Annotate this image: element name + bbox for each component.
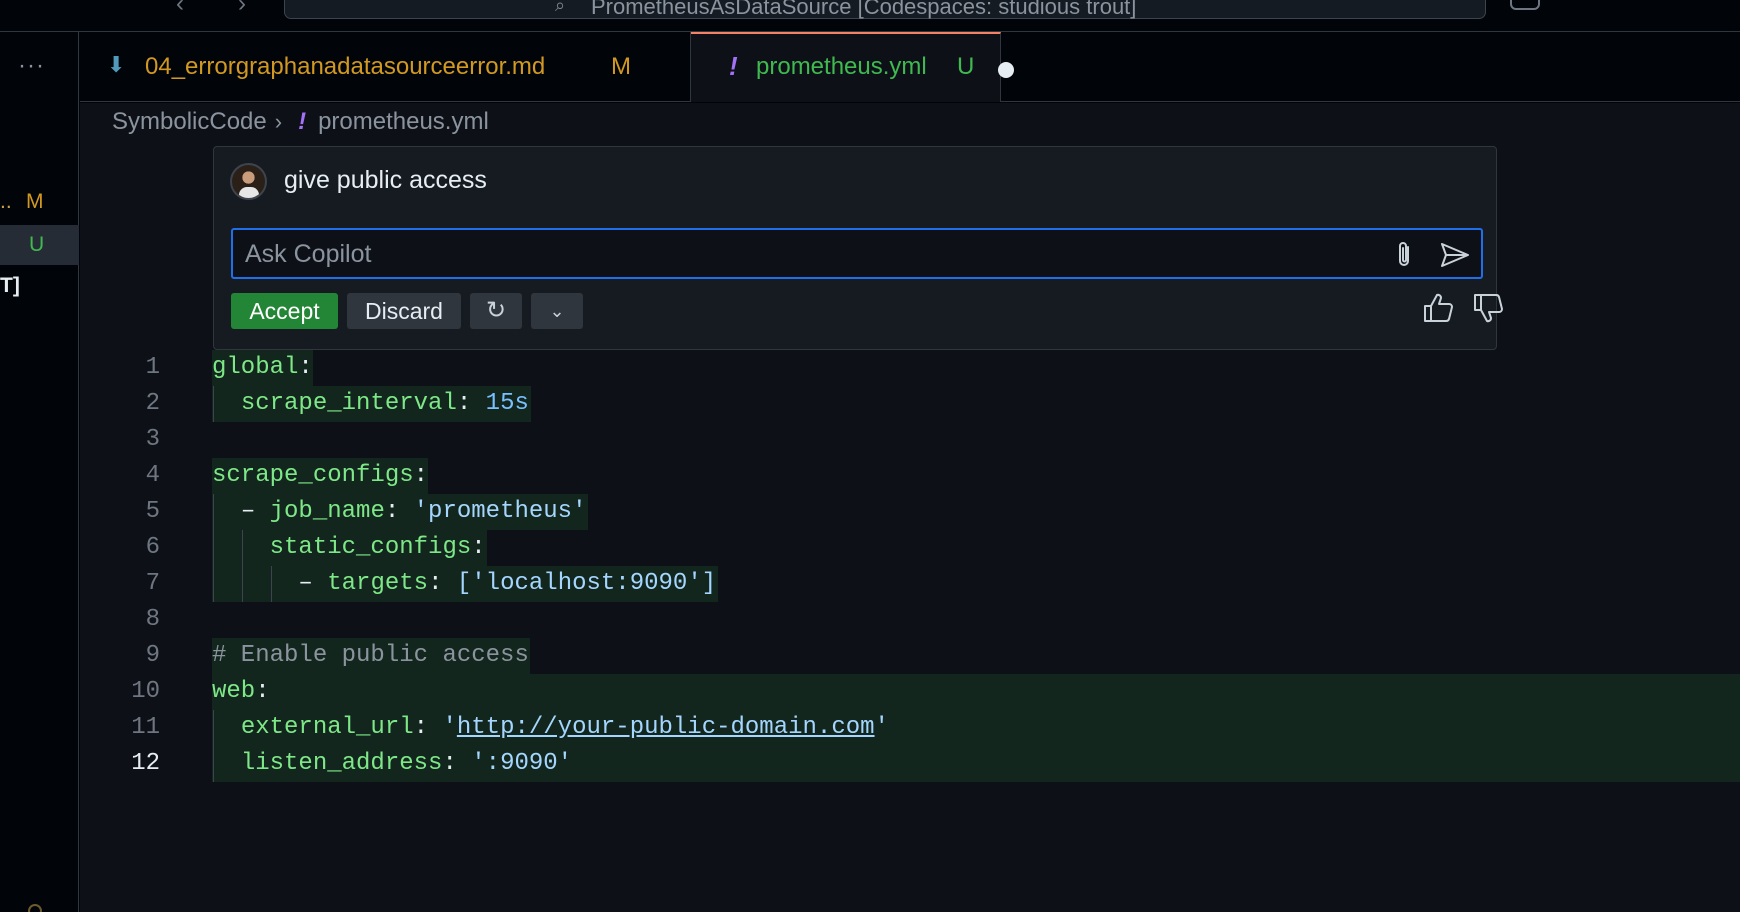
accept-button[interactable]: Accept	[231, 293, 338, 329]
breadcrumb-file[interactable]: prometheus.yml	[318, 108, 489, 135]
unsaved-dot-icon[interactable]	[998, 62, 1014, 78]
line-number: 5	[145, 498, 160, 525]
explorer-strip: ··· .. M U T]	[0, 32, 79, 912]
chevron-down-icon[interactable]: ⌄	[531, 293, 583, 329]
chevron-right-icon: ›	[274, 109, 283, 134]
paperclip-icon[interactable]	[1392, 240, 1418, 270]
code-text: scrape_configs:	[212, 462, 429, 489]
yaml-file-icon: !	[298, 108, 307, 135]
line-number: 1	[145, 354, 160, 381]
line-number: 4	[145, 462, 160, 489]
code-line: 3	[80, 422, 1740, 458]
line-number: 11	[131, 714, 160, 741]
code-line: 8	[80, 602, 1740, 638]
truncated-name: ..	[0, 190, 12, 213]
yaml-file-icon: !	[729, 51, 738, 81]
copilot-icon[interactable]	[1510, 0, 1540, 10]
command-center[interactable]: ⌕ PrometheusAsDataSource [Codespaces: st…	[284, 0, 1486, 19]
diff-highlight	[212, 674, 1740, 710]
line-number: 10	[131, 678, 160, 705]
ask-copilot-field[interactable]	[231, 228, 1483, 279]
more-actions-icon[interactable]: ···	[18, 52, 45, 80]
line-number: 6	[145, 534, 160, 561]
breadcrumb-root[interactable]: SymbolicCode	[112, 108, 267, 135]
command-center-text: PrometheusAsDataSource [Codespaces: stud…	[591, 0, 1137, 19]
code-line: 6 static_configs:	[80, 530, 1740, 566]
forward-arrow-icon[interactable]: ›	[238, 0, 246, 18]
title-bar: ‹ › ⌕ PrometheusAsDataSource [Codespaces…	[0, 0, 1740, 32]
account-icon[interactable]	[28, 904, 42, 912]
code-line: 2 scrape_interval: 15s	[80, 386, 1740, 422]
code-text: static_configs:	[269, 534, 486, 561]
line-number: 2	[145, 390, 160, 417]
thumbs-down-icon[interactable]	[1471, 291, 1505, 325]
code-area[interactable]: 1 global: 2 scrape_interval: 15s 3 4 scr…	[80, 350, 1740, 850]
code-line: 4 scrape_configs:	[80, 458, 1740, 494]
code-text: # Enable public access	[212, 642, 529, 669]
search-icon: ⌕	[555, 0, 566, 15]
code-text: listen_address: ':9090'	[240, 750, 573, 777]
code-line: 11 external_url: 'http://your-public-dom…	[80, 710, 1740, 746]
avatar	[230, 163, 267, 200]
line-number: 12	[131, 750, 160, 777]
code-line: 5 – job_name: 'prometheus'	[80, 494, 1740, 530]
ask-copilot-input[interactable]	[245, 239, 1345, 269]
code-line: 12 listen_address: ':9090'	[80, 746, 1740, 782]
line-number: 9	[145, 642, 160, 669]
rerun-icon[interactable]: ↻	[470, 293, 522, 329]
code-text: – job_name: 'prometheus'	[240, 498, 587, 525]
code-text: global:	[212, 354, 313, 381]
tab-label: 04_errorgraphanadatasourceerror.md	[145, 53, 546, 80]
code-line: 7 – targets: ['localhost:9090']	[80, 566, 1740, 602]
modified-badge: M	[611, 53, 631, 80]
tab-markdown-file[interactable]: ⬇ 04_errorgraphanadatasourceerror.md M	[80, 32, 691, 102]
untracked-badge: U	[957, 53, 975, 80]
code-line: 10 web:	[80, 674, 1740, 710]
code-text: web:	[212, 678, 270, 705]
code-text: – targets: ['localhost:9090']	[298, 570, 717, 597]
explorer-item-truncated[interactable]: T]	[0, 270, 79, 310]
modified-badge: M	[26, 190, 44, 213]
inline-chat-widget: give public access Accept Discard ↻ ⌄	[213, 146, 1503, 350]
code-line: 9 # Enable public access	[80, 638, 1740, 674]
editor-tabs: ⬇ 04_errorgraphanadatasourceerror.md M !…	[80, 32, 1740, 102]
code-line: 1 global:	[80, 350, 1740, 386]
discard-button[interactable]: Discard	[347, 293, 461, 329]
explorer-item-modified[interactable]: .. M	[0, 182, 79, 222]
url-link: http://your-public-domain.com	[456, 714, 875, 741]
back-arrow-icon[interactable]: ‹	[176, 0, 184, 18]
line-number: 3	[145, 426, 160, 453]
thumbs-up-icon[interactable]	[1421, 291, 1455, 325]
chat-prompt: give public access	[284, 166, 487, 194]
send-icon[interactable]	[1438, 240, 1472, 270]
untracked-badge: U	[29, 233, 45, 256]
line-number: 8	[145, 606, 160, 633]
tab-prometheus-yml[interactable]: ! prometheus.yml U	[691, 32, 1014, 102]
markdown-file-icon: ⬇	[107, 52, 126, 77]
code-text: external_url: 'http://your-public-domain…	[240, 714, 889, 741]
line-number: 7	[145, 570, 160, 597]
truncated-label: T]	[0, 274, 20, 297]
explorer-item-untracked[interactable]: U	[0, 225, 79, 265]
tab-label: prometheus.yml	[756, 53, 927, 80]
editor: SymbolicCode ›! prometheus.yml give public…	[80, 103, 1740, 912]
code-text: scrape_interval: 15s	[240, 390, 529, 417]
breadcrumb: SymbolicCode ›! prometheus.yml	[112, 108, 489, 136]
